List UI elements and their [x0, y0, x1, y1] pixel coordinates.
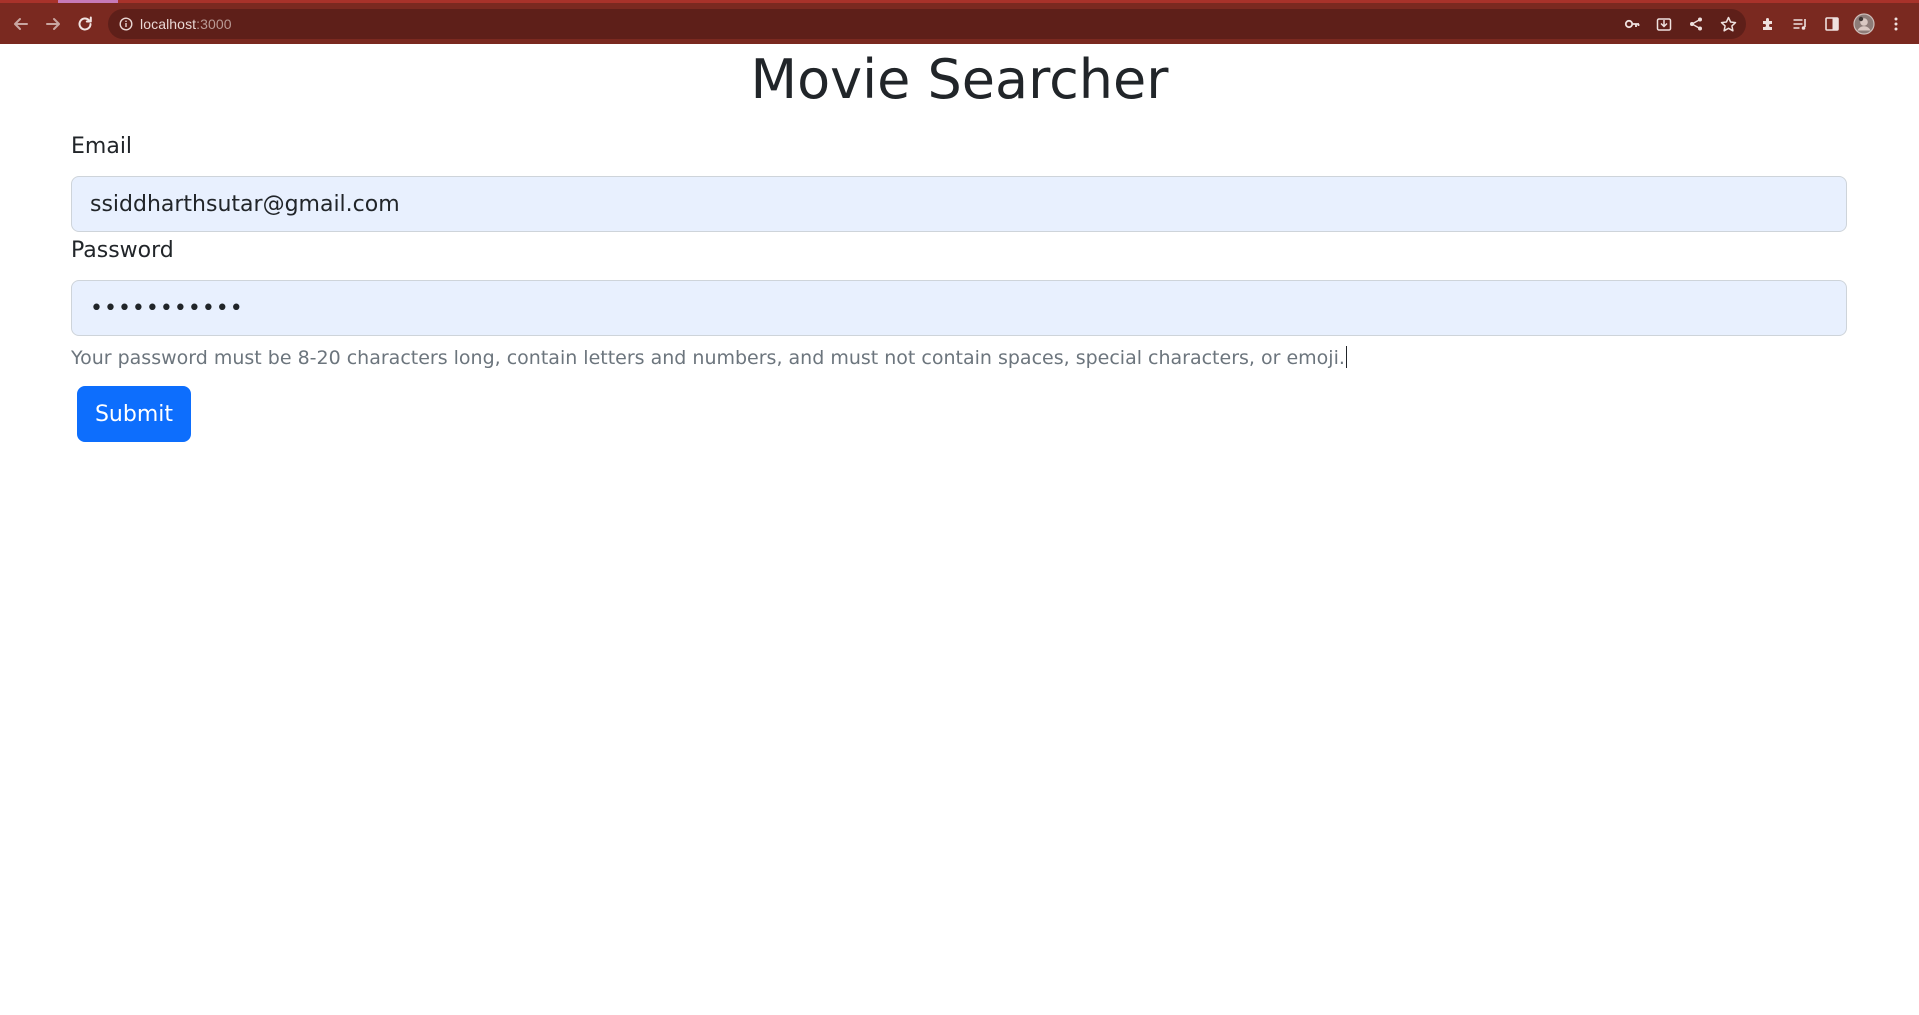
tab-loading-indicator	[58, 0, 118, 3]
password-label: Password	[71, 238, 174, 263]
side-panel-icon[interactable]	[1820, 12, 1844, 36]
url-text: localhost:3000	[140, 16, 232, 32]
email-field[interactable]	[71, 176, 1847, 232]
email-label: Email	[71, 134, 133, 159]
back-arrow-icon[interactable]	[9, 12, 33, 36]
url-port: :3000	[196, 16, 232, 32]
reload-icon[interactable]	[73, 12, 97, 36]
bookmark-star-icon[interactable]	[1716, 12, 1740, 36]
forward-arrow-icon[interactable]	[41, 12, 65, 36]
address-bar[interactable]: localhost:3000	[108, 9, 1746, 39]
reading-list-icon[interactable]	[1788, 12, 1812, 36]
extensions-icon[interactable]	[1756, 12, 1780, 36]
page-title: Movie Searcher	[750, 48, 1169, 111]
url-host: localhost	[140, 16, 197, 32]
browser-toolbar: localhost:3000	[0, 0, 1919, 44]
password-help-text: Your password must be 8-20 characters lo…	[71, 344, 1347, 372]
key-icon[interactable]	[1620, 12, 1644, 36]
menu-kebab-icon[interactable]	[1884, 12, 1908, 36]
text-cursor	[1345, 346, 1347, 368]
share-icon[interactable]	[1684, 12, 1708, 36]
password-field[interactable]	[71, 280, 1847, 336]
profile-avatar[interactable]	[1852, 12, 1876, 36]
password-help-content: Your password must be 8-20 characters lo…	[71, 347, 1345, 369]
install-app-icon[interactable]	[1652, 12, 1676, 36]
info-icon[interactable]	[118, 16, 134, 32]
submit-button[interactable]: Submit	[77, 386, 191, 442]
